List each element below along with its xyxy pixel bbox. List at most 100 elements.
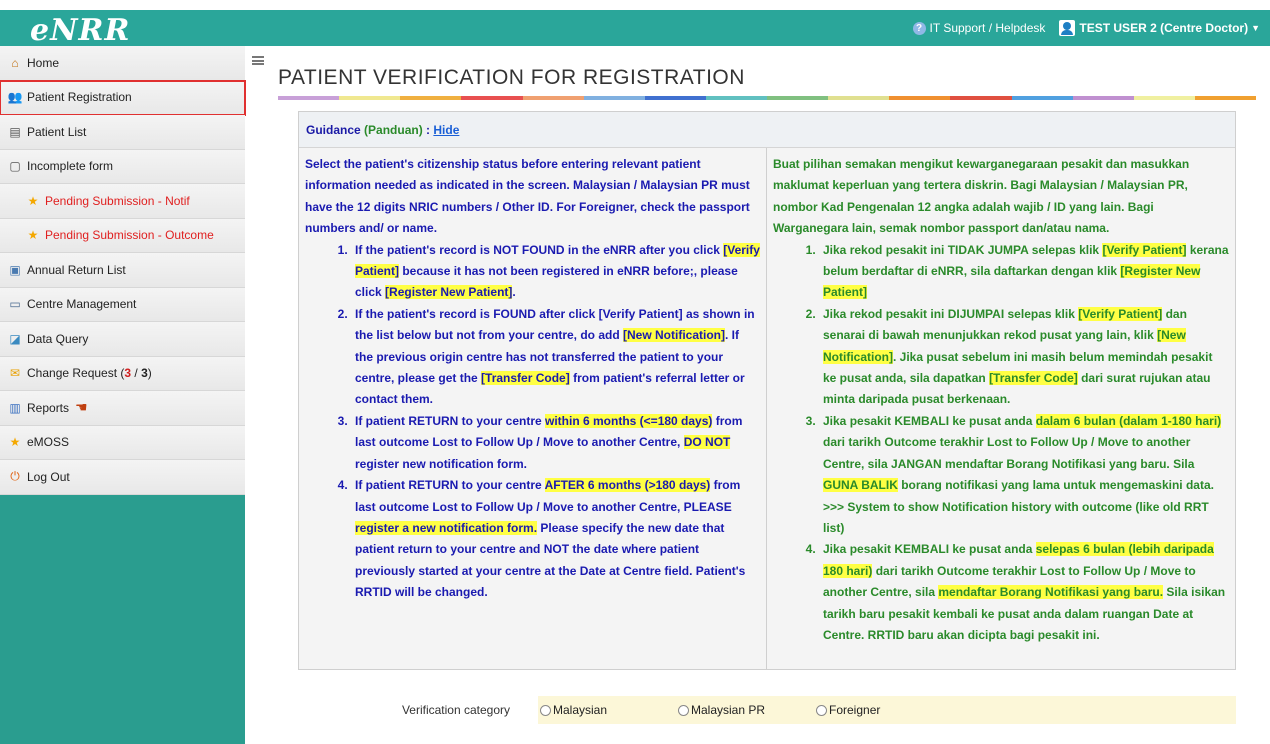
radio-label: Malaysian bbox=[553, 703, 608, 717]
text: If patient RETURN to your centre bbox=[355, 478, 545, 493]
sidebar-item-pending-outcome[interactable]: ★ Pending Submission - Outcome bbox=[0, 218, 245, 253]
sidebar-item-label: Centre Management bbox=[27, 297, 137, 312]
change-request-text: Change Request ( bbox=[27, 366, 125, 381]
home-icon: ⌂ bbox=[11, 55, 19, 70]
hide-guidance-link[interactable]: Hide bbox=[433, 123, 459, 137]
user-icon bbox=[1059, 20, 1076, 36]
radio-circle[interactable] bbox=[540, 704, 551, 716]
highlight: [Transfer Code] bbox=[989, 371, 1078, 386]
power-icon: ⏻ bbox=[10, 469, 20, 484]
add-user-icon: 👥 bbox=[7, 90, 23, 105]
sidebar-toggle-icon[interactable] bbox=[252, 56, 264, 65]
radio-label: Foreigner bbox=[829, 703, 881, 717]
sidebar-item-centre-management[interactable]: ▭ Centre Management bbox=[0, 287, 245, 322]
sidebar: ⌂ Home 👥 Patient Registration ▤ Patient … bbox=[0, 46, 246, 744]
highlight: register a new notification form. bbox=[355, 520, 538, 535]
text: . bbox=[512, 285, 516, 300]
sidebar-item-annual-return[interactable]: ▣ Annual Return List bbox=[0, 253, 245, 288]
sidebar-item-home[interactable]: ⌂ Home bbox=[0, 46, 245, 81]
sidebar-item-patient-registration[interactable]: 👥 Patient Registration bbox=[0, 79, 246, 116]
sidebar-item-label: eMOSS bbox=[27, 435, 70, 450]
highlight: DO NOT bbox=[683, 435, 731, 450]
radio-label: Malaysian PR bbox=[691, 703, 766, 717]
guidance-english: Select the patient's citizenship status … bbox=[299, 148, 767, 670]
highlight: [Verify Patient] bbox=[1102, 242, 1187, 257]
sidebar-menu: ⌂ Home 👥 Patient Registration ▤ Patient … bbox=[0, 46, 246, 495]
guidance-steps-en: If the patient's record is NOT FOUND in … bbox=[351, 240, 760, 604]
highlight: [Verify Patient] bbox=[1078, 306, 1163, 321]
top-right-area: ? IT Support / Helpdesk TEST USER 2 (Cen… bbox=[912, 20, 1260, 36]
document-icon: ▣ bbox=[9, 262, 21, 277]
text: Jika pesakit KEMBALI ke pusat anda bbox=[823, 413, 1036, 428]
guidance-step-en: If patient RETURN to your centre within … bbox=[351, 411, 760, 475]
sidebar-item-incomplete-form[interactable]: ▢ Incomplete form bbox=[0, 149, 245, 184]
guidance-step-ms: Jika pesakit KEMBALI ke pusat anda dalam… bbox=[819, 411, 1229, 539]
star-icon: ★ bbox=[27, 193, 39, 208]
sidebar-item-label: Home bbox=[27, 55, 60, 70]
computer-icon: ▭ bbox=[9, 297, 21, 312]
star-icon: ★ bbox=[27, 228, 39, 243]
highlight: mendaftar Borang Notifikasi yang baru. bbox=[938, 585, 1164, 600]
help-icon[interactable]: ? bbox=[912, 21, 926, 35]
top-bar: eNRR ? IT Support / Helpdesk TEST USER 2… bbox=[0, 10, 1270, 48]
change-request-close: ) bbox=[147, 366, 152, 381]
title-divider bbox=[278, 96, 1256, 100]
guidance-step-ms: Jika rekod pesakit ini TIDAK JUMPA selep… bbox=[819, 240, 1229, 304]
guidance-label: Guidance bbox=[306, 122, 361, 137]
sidebar-item-label: Pending Submission - Notif bbox=[45, 193, 190, 208]
sidebar-item-label: Log Out bbox=[27, 469, 70, 484]
guidance-columns: Select the patient's citizenship status … bbox=[299, 148, 1235, 670]
sidebar-item-patient-list[interactable]: ▤ Patient List bbox=[0, 115, 245, 150]
sidebar-item-label: Patient List bbox=[27, 124, 87, 139]
app-logo[interactable]: eNRR bbox=[30, 13, 130, 48]
change-request-separator: / bbox=[131, 366, 142, 381]
text: Jika pesakit KEMBALI ke pusat anda bbox=[823, 542, 1036, 557]
text: dari tarikh Outcome terakhir Lost to Fol… bbox=[823, 435, 1195, 471]
sidebar-item-reports[interactable]: ▥ Reports ☚ bbox=[0, 391, 245, 426]
verification-options: Malaysian Malaysian PR Foreigner bbox=[538, 696, 1236, 724]
highlight: [New Notification] bbox=[623, 328, 726, 343]
envelope-icon: ✉ bbox=[9, 366, 21, 381]
sidebar-item-label: Data Query bbox=[27, 331, 89, 346]
sidebar-item-label: Incomplete form bbox=[27, 159, 114, 174]
verification-category-label: Verification category bbox=[401, 703, 510, 717]
radio-foreigner[interactable]: Foreigner bbox=[816, 703, 944, 717]
sidebar-item-change-request[interactable]: ✉ Change Request (3 / 3) bbox=[0, 356, 245, 391]
sidebar-item-pending-notif[interactable]: ★ Pending Submission - Notif bbox=[0, 184, 245, 219]
guidance-step-en: If the patient's record is NOT FOUND in … bbox=[351, 240, 760, 304]
text: register new notification form. bbox=[355, 456, 528, 471]
sidebar-item-label: Annual Return List bbox=[27, 262, 126, 277]
bar-chart-icon: ▥ bbox=[9, 400, 21, 415]
guidance-step-en: If patient RETURN to your centre AFTER 6… bbox=[351, 475, 760, 603]
caret-down-icon[interactable]: ▼ bbox=[1251, 23, 1260, 33]
highlight: GUNA BALIK bbox=[823, 478, 898, 493]
radio-malaysian[interactable]: Malaysian bbox=[540, 703, 668, 717]
change-request-count-b: 3 bbox=[141, 366, 148, 381]
sidebar-item-label: Pending Submission - Outcome bbox=[45, 228, 214, 243]
guidance-label-malay: (Panduan) bbox=[364, 122, 423, 137]
sidebar-item-label: Patient Registration bbox=[27, 90, 132, 105]
sidebar-item-logout[interactable]: ⏻ Log Out bbox=[0, 460, 245, 495]
clipboard-icon: ▤ bbox=[9, 124, 21, 139]
text: If the patient's record is NOT FOUND in … bbox=[355, 242, 724, 257]
guidance-step-en: If the patient's record is FOUND after c… bbox=[351, 304, 760, 411]
guidance-header: Guidance (Panduan) : Hide bbox=[299, 112, 1235, 148]
helpdesk-link[interactable]: IT Support / Helpdesk bbox=[930, 21, 1046, 35]
sidebar-item-label: Change Request (3 / 3) bbox=[27, 366, 152, 380]
guidance-step-ms: Jika rekod pesakit ini DIJUMPAI selepas … bbox=[819, 304, 1229, 411]
guidance-steps-ms: Jika rekod pesakit ini TIDAK JUMPA selep… bbox=[819, 240, 1229, 647]
guidance-colon: : bbox=[422, 122, 434, 137]
radio-circle[interactable] bbox=[816, 704, 827, 716]
sidebar-item-data-query[interactable]: ◪ Data Query bbox=[0, 322, 245, 357]
pointing-hand-icon: ☚ bbox=[75, 399, 88, 416]
highlight: dalam 6 bulan (dalam 1-180 hari) bbox=[1035, 413, 1222, 428]
guidance-intro-ms: Buat pilihan semakan mengikut kewarganeg… bbox=[773, 157, 1190, 236]
sidebar-item-emoss[interactable]: ★ eMOSS bbox=[0, 425, 245, 460]
guidance-intro-en: Select the patient's citizenship status … bbox=[305, 157, 750, 236]
guidance-malay: Buat pilihan semakan mengikut kewarganeg… bbox=[767, 148, 1235, 670]
user-menu[interactable]: TEST USER 2 (Centre Doctor) bbox=[1079, 21, 1248, 35]
star-icon: ★ bbox=[9, 435, 21, 450]
radio-malaysian-pr[interactable]: Malaysian PR bbox=[678, 703, 806, 717]
verification-category-row: Verification category Malaysian Malaysia… bbox=[298, 696, 1236, 724]
radio-circle[interactable] bbox=[678, 704, 689, 716]
